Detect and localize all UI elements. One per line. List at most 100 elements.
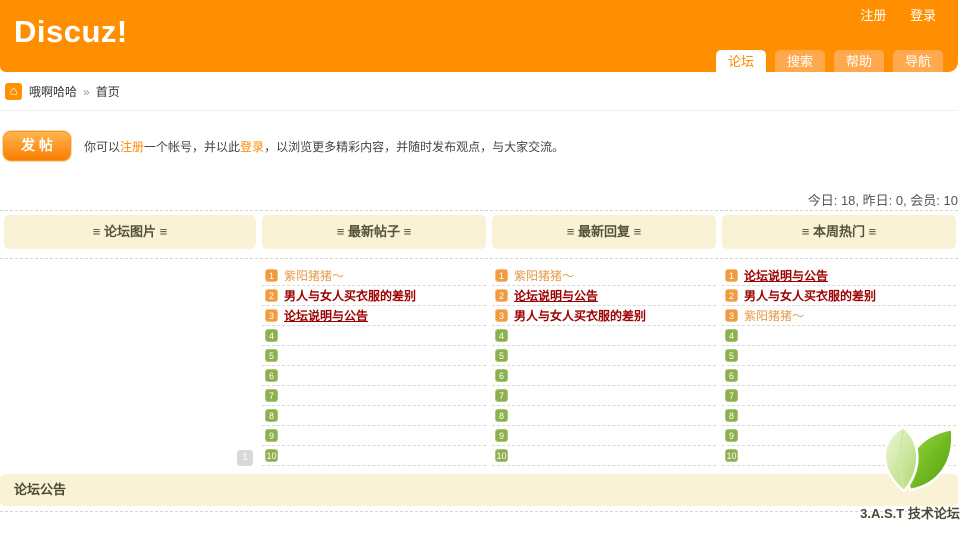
tab-forum[interactable]: 论坛 [716, 50, 766, 77]
item-rank-badge: 4 [725, 329, 738, 342]
thread-link[interactable]: 论坛说明与公告 [284, 307, 368, 324]
list-item: 5 [722, 346, 956, 366]
list-item: 2 男人与女人买衣服的差别 [722, 286, 956, 306]
register-inline-link[interactable]: 注册 [120, 140, 144, 154]
list-item: 5 [492, 346, 716, 366]
register-link[interactable]: 注册 [860, 8, 886, 23]
welcome-text: 你可以注册一个帐号，并以此登录，以浏览更多精彩内容，并随时发布观点，与大家交流。 [84, 138, 564, 155]
welcome-text-mid: 一个帐号，并以此 [144, 140, 240, 154]
panel-head-weekly-hot: ≡ 本周热门 ≡ [722, 215, 956, 249]
item-rank-badge: 8 [495, 409, 508, 422]
announcement-panel: 论坛公告 [0, 474, 958, 506]
breadcrumb-separator: » [83, 85, 90, 99]
breadcrumb-site-link[interactable]: 哦啊哈哈 [29, 83, 77, 100]
list-item: 3 男人与女人买衣服的差别 [492, 306, 716, 326]
list-item: 1 紫阳猪猪～ [492, 266, 716, 286]
list-item: 7 [492, 386, 716, 406]
item-rank-badge: 1 [495, 269, 508, 282]
list-item: 9 [262, 426, 486, 446]
list-item: 1 论坛说明与公告 [722, 266, 956, 286]
welcome-text-after: ，以浏览更多精彩内容，并随时发布观点，与大家交流。 [264, 140, 564, 154]
login-link[interactable]: 登录 [910, 8, 936, 23]
list-item: 3 论坛说明与公告 [262, 306, 486, 326]
item-rank-badge: 8 [265, 409, 278, 422]
list-item: 1紫阳猪猪～ [262, 266, 486, 286]
item-rank-badge: 2 [725, 289, 738, 302]
list-item: 4 [262, 326, 486, 346]
login-inline-link[interactable]: 登录 [240, 140, 264, 154]
panel-head-latest-replies: ≡ 最新回复 ≡ [492, 215, 716, 249]
list-item: 4 [492, 326, 716, 346]
new-post-button[interactable]: 发 帖 [3, 131, 71, 161]
item-rank-badge: 6 [265, 369, 278, 382]
thread-link[interactable]: 论坛说明与公告 [514, 287, 598, 304]
divider-bottom [0, 511, 958, 512]
latest-posts-list: 1紫阳猪猪～ 2 男人与女人买衣服的差别 3 论坛说明与公告 4 5 6 7 8 9 10 [262, 266, 486, 468]
item-rank-badge: 5 [265, 349, 278, 362]
list-item: 6 [492, 366, 716, 386]
nav-tabs: 论坛 搜索 帮助 导航 [716, 50, 943, 77]
list-item: 5 [262, 346, 486, 366]
item-rank-badge: 3 [725, 309, 738, 322]
item-rank-badge: 10 [725, 449, 738, 462]
item-rank-badge: 3 [265, 309, 278, 322]
list-item: 10 [262, 446, 486, 466]
divider-top [0, 210, 958, 211]
watermark-text: 3.A.S.T 技术论坛 [846, 503, 974, 522]
list-item: 8 [722, 406, 956, 426]
user-links: 注册 登录 [840, 5, 936, 24]
list-item: 2 男人与女人买衣服的差别 [262, 286, 486, 306]
list-item: 3 紫阳猪猪～ [722, 306, 956, 326]
item-rank-badge: 6 [495, 369, 508, 382]
list-item: 7 [262, 386, 486, 406]
item-rank-badge: 5 [495, 349, 508, 362]
item-rank-badge: 10 [495, 449, 508, 462]
thread-link[interactable]: 紫阳猪猪～ [744, 307, 804, 324]
panel-lists: 1 1紫阳猪猪～2男人与女人买衣服的差别3论坛说明与公告45678910 1紫阳… [4, 266, 956, 468]
panel-head-latest-posts: ≡ 最新帖子 ≡ [262, 215, 486, 249]
item-rank-badge: 7 [725, 389, 738, 402]
item-rank-badge: 8 [725, 409, 738, 422]
discuz-logo: Discuz! [14, 14, 128, 50]
list-item: 10 [492, 446, 716, 466]
thread-link[interactable]: 论坛说明与公告 [744, 267, 828, 284]
latest-replies-list: 1 紫阳猪猪～ 2 论坛说明与公告 3 男人与女人买衣服的差别 4 5 6 7 8 9 10 [492, 266, 716, 468]
breadcrumb-current-page[interactable]: 首页 [96, 83, 120, 100]
item-rank-badge: 9 [495, 429, 508, 442]
post-bar: 发 帖 你可以注册一个帐号，并以此登录，以浏览更多精彩内容，并随时发布观点，与大… [3, 131, 564, 161]
announcement-title: 论坛公告 [14, 474, 66, 506]
tab-help[interactable]: 帮助 [834, 50, 884, 72]
list-item: 2 论坛说明与公告 [492, 286, 716, 306]
tab-navigation[interactable]: 导航 [893, 50, 943, 72]
thread-link[interactable]: 男人与女人买衣服的差别 [284, 287, 416, 304]
item-rank-badge: 10 [265, 449, 278, 462]
list-item: 7 [722, 386, 956, 406]
breadcrumb: ⌂ 哦啊哈哈 » 首页 [5, 83, 120, 100]
list-item: 4 [722, 326, 956, 346]
item-rank-badge: 2 [495, 289, 508, 302]
item-rank-badge: 4 [265, 329, 278, 342]
item-rank-badge: 1 [725, 269, 738, 282]
thread-link[interactable]: 紫阳猪猪～ [514, 267, 574, 284]
home-icon[interactable]: ⌂ [5, 83, 22, 100]
app-header: Discuz! 注册 登录 论坛 搜索 帮助 导航 [0, 0, 958, 72]
item-rank-badge: 9 [265, 429, 278, 442]
panel-head-forum-images: ≡ 论坛图片 ≡ [4, 215, 256, 249]
leaves-logo-icon [858, 424, 962, 492]
thread-link[interactable]: 男人与女人买衣服的差别 [744, 287, 876, 304]
forum-images-panel: 1 [4, 266, 256, 468]
list-item: 8 [262, 406, 486, 426]
item-rank-badge: 3 [495, 309, 508, 322]
list-item: 8 [492, 406, 716, 426]
divider-mid [0, 258, 958, 259]
item-rank-badge: 9 [725, 429, 738, 442]
thread-link[interactable]: 男人与女人买衣服的差别 [514, 307, 646, 324]
item-rank-badge: 7 [495, 389, 508, 402]
tab-search[interactable]: 搜索 [775, 50, 825, 72]
thread-link[interactable]: 紫阳猪猪～ [284, 267, 344, 284]
welcome-text-before: 你可以 [84, 140, 120, 154]
breadcrumb-divider [0, 110, 958, 111]
list-item: 6 [722, 366, 956, 386]
item-rank-badge: 2 [265, 289, 278, 302]
image-pager-button[interactable]: 1 [237, 450, 253, 466]
